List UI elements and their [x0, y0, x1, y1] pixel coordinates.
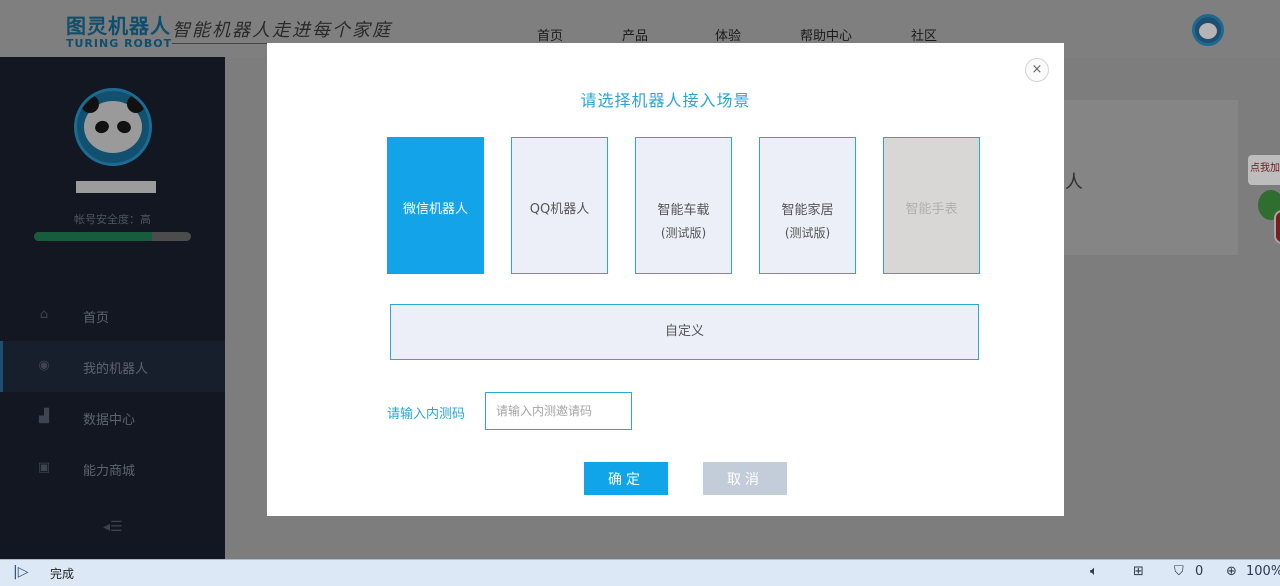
- scene-qq-robot[interactable]: QQ机器人: [511, 137, 608, 274]
- slogan: 智能机器人走进每个家庭: [172, 20, 392, 41]
- user-avatar[interactable]: [74, 88, 152, 166]
- sidebar-item-home[interactable]: ⌂ 首页: [0, 290, 225, 341]
- background-card-text: 人: [1065, 172, 1083, 193]
- nav-home[interactable]: 首页: [537, 25, 563, 44]
- scene-label: 智能手表: [905, 202, 958, 217]
- scene-smart-home[interactable]: 智能家居 (测试版): [759, 137, 856, 274]
- nav-community[interactable]: 社区: [911, 25, 937, 44]
- bar-chart-icon: ▟: [39, 409, 49, 424]
- security-progress-fill: [34, 232, 152, 241]
- sidebar-item-data-center[interactable]: ▟ 数据中心: [0, 392, 225, 443]
- username-redacted: [76, 181, 156, 193]
- security-progress-bar: [34, 232, 191, 241]
- confirm-button[interactable]: 确定: [584, 462, 668, 495]
- shield-icon[interactable]: ⛉: [1174, 564, 1184, 579]
- collapse-sidebar-icon[interactable]: ◂☰: [103, 519, 123, 535]
- scene-wechat-robot[interactable]: 微信机器人: [387, 137, 484, 274]
- invite-code-label: 请输入内测码: [387, 407, 466, 422]
- floating-side-button[interactable]: [1274, 210, 1280, 244]
- sidebar-item-label: 数据中心: [83, 413, 136, 428]
- scene-label: 智能车载: [657, 203, 710, 218]
- volume-icon[interactable]: 🔈︎: [1090, 564, 1098, 579]
- logo[interactable]: 图灵机器人 TURING ROBOT: [66, 10, 172, 50]
- security-count: 0: [1195, 564, 1204, 579]
- sidebar: 帐号安全度：高 ⌂ 首页 ◉ 我的机器人 ▟ 数据中心 ▣ 能力商城 ◂☰: [0, 57, 225, 559]
- scene-custom[interactable]: 自定义: [390, 304, 979, 360]
- scene-label: 微信机器人: [402, 202, 468, 217]
- security-label: 帐号安全度：高: [74, 213, 151, 226]
- scene-smart-car[interactable]: 智能车载 (测试版): [635, 137, 732, 274]
- sidebar-item-label: 我的机器人: [83, 362, 149, 377]
- sidebar-item-label: 首页: [83, 311, 110, 326]
- logo-en: TURING ROBOT: [66, 37, 173, 50]
- nav-experience[interactable]: 体验: [715, 25, 741, 44]
- store-icon: ▣: [37, 460, 51, 475]
- nav-help-center[interactable]: 帮助中心: [800, 25, 852, 44]
- zoom-level[interactable]: 100%: [1246, 564, 1280, 579]
- floating-badge[interactable]: 点我加: [1248, 155, 1280, 185]
- status-text: 完成: [50, 567, 75, 581]
- scene-sublabel: (测试版): [784, 226, 831, 240]
- sidebar-item-label: 能力商城: [83, 464, 136, 479]
- logo-cn: 图灵机器人: [66, 14, 171, 38]
- dialog-title: 请选择机器人接入场景: [580, 91, 751, 110]
- nav-products[interactable]: 产品: [622, 25, 648, 44]
- background-card: [1064, 100, 1238, 255]
- robot-eye-icon: ◉: [38, 358, 50, 373]
- scene-label: 智能家居: [781, 203, 834, 218]
- user-avatar-small[interactable]: [1192, 14, 1224, 46]
- network-icon[interactable]: ⊞: [1133, 564, 1144, 579]
- cancel-button[interactable]: 取消: [703, 462, 787, 495]
- invite-code-input[interactable]: [485, 392, 632, 430]
- scene-select-dialog: × 请选择机器人接入场景 微信机器人 QQ机器人 智能车载 (测试版) 智能家居…: [267, 43, 1064, 516]
- panel-toggle-icon[interactable]: |▷: [13, 564, 28, 580]
- home-icon: ⌂: [39, 307, 49, 322]
- sidebar-item-my-robots[interactable]: ◉ 我的机器人: [0, 341, 225, 392]
- sidebar-item-ability-store[interactable]: ▣ 能力商城: [0, 443, 225, 494]
- scene-label: QQ机器人: [529, 202, 590, 217]
- browser-status-bar: |▷ 完成 🔈︎ ⊞ ⛉ 0 ⊕ 100%: [0, 559, 1280, 586]
- scene-sublabel: (测试版): [660, 226, 707, 240]
- close-icon[interactable]: ×: [1025, 58, 1049, 82]
- scene-smart-watch: 智能手表: [883, 137, 980, 274]
- zoom-icon[interactable]: ⊕: [1226, 564, 1237, 579]
